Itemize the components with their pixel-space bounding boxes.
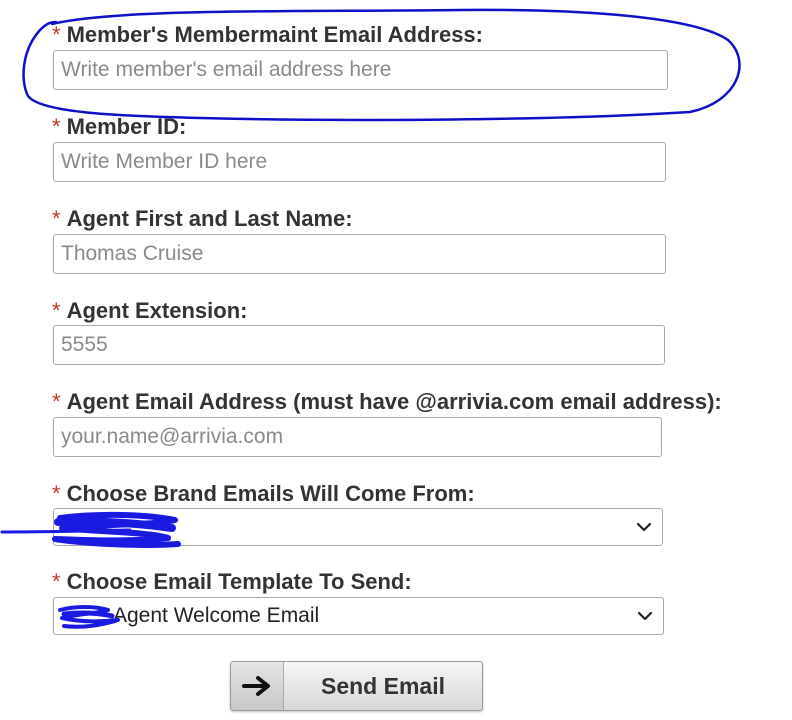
agent-name-input[interactable] (53, 234, 666, 274)
agent-extension-label-text: Agent Extension: (66, 298, 248, 323)
required-marker: * (52, 22, 61, 47)
agent-name-label: * Agent First and Last Name: (52, 206, 353, 232)
member-id-label: * Member ID: (52, 114, 186, 140)
required-marker: * (52, 206, 61, 231)
agent-email-input[interactable] (53, 417, 662, 457)
template-label: * Choose Email Template To Send: (52, 569, 412, 595)
required-marker: * (52, 569, 61, 594)
agent-name-label-text: Agent First and Last Name: (66, 206, 353, 231)
member-email-label-text: Member's Membermaint Email Address: (66, 22, 483, 47)
required-marker: * (52, 481, 61, 506)
agent-extension-input[interactable] (53, 325, 665, 365)
arrow-right-icon (231, 662, 284, 710)
template-label-text: Choose Email Template To Send: (66, 569, 412, 594)
required-marker: * (52, 389, 61, 414)
member-id-label-text: Member ID: (66, 114, 187, 139)
template-select-value: Agent Welcome Email (113, 604, 320, 627)
send-email-button[interactable]: Send Email (230, 661, 483, 711)
member-email-input[interactable] (53, 50, 668, 90)
member-id-input[interactable] (53, 142, 666, 182)
template-select[interactable]: Agent Welcome Email (53, 597, 664, 635)
member-email-label: * Member's Membermaint Email Address: (52, 22, 483, 48)
brand-label-text: Choose Brand Emails Will Come From: (66, 481, 475, 506)
agent-email-label-text: Agent Email Address (must have @arrivia.… (66, 389, 722, 414)
chevron-down-icon (635, 518, 653, 536)
required-marker: * (52, 298, 61, 323)
agent-email-label: * Agent Email Address (must have @arrivia… (52, 389, 722, 415)
brand-select[interactable] (53, 508, 663, 546)
required-marker: * (52, 114, 61, 139)
brand-label: * Choose Brand Emails Will Come From: (52, 481, 475, 507)
chevron-down-icon (636, 607, 654, 625)
agent-extension-label: * Agent Extension: (52, 298, 247, 324)
send-email-label: Send Email (321, 672, 445, 699)
